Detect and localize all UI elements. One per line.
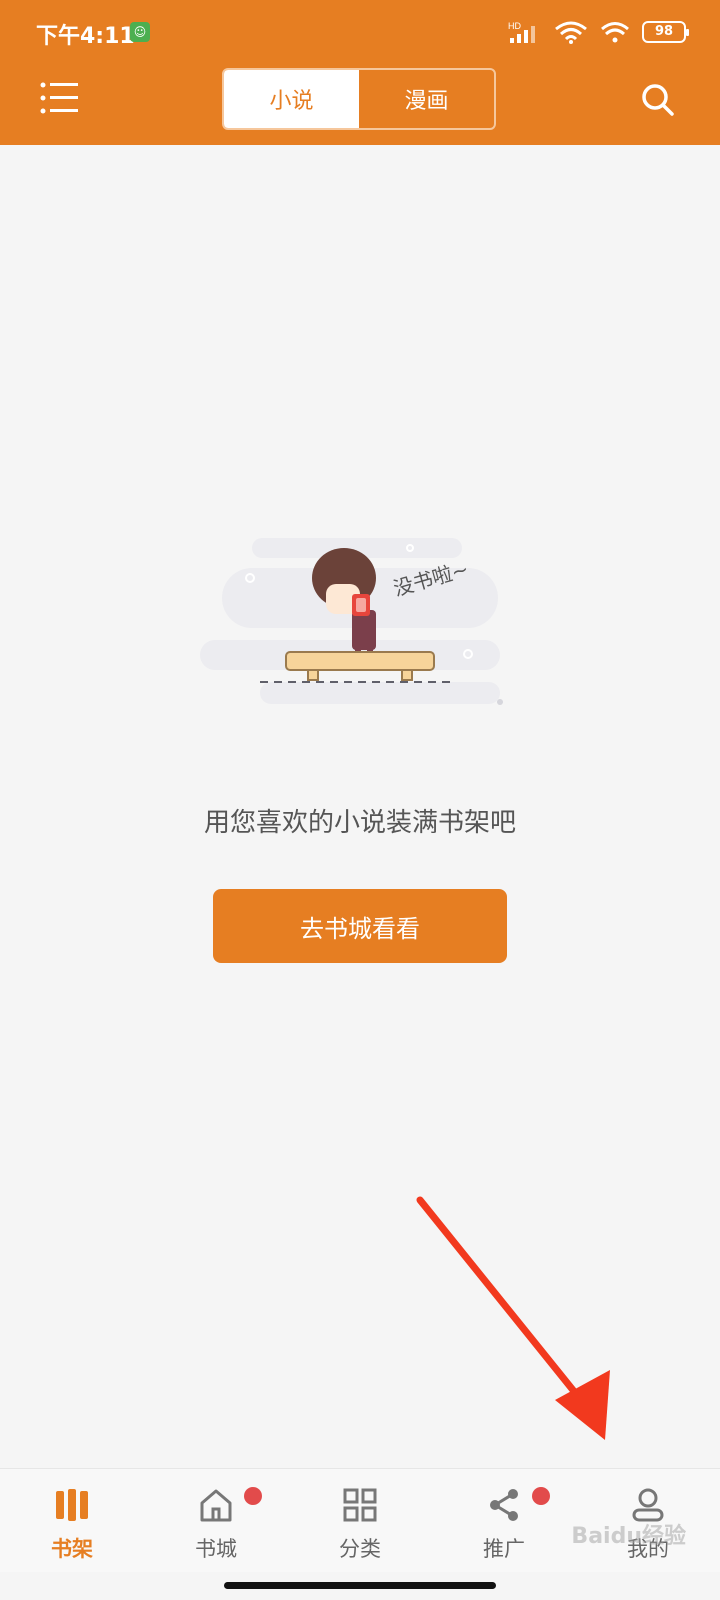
status-icons: HD 98	[508, 18, 689, 46]
watermark: Baidu经验	[571, 1524, 686, 1549]
home-icon	[200, 1489, 232, 1522]
cellular-signal-icon: HD	[508, 21, 535, 43]
nav-item-promote[interactable]: 推广	[432, 1469, 576, 1572]
nav-label: 推广	[483, 1537, 525, 1561]
share-icon	[490, 1489, 518, 1521]
category-icon	[343, 1488, 377, 1522]
status-time: 下午4:11	[36, 24, 135, 49]
empty-bookshelf-illustration: 没书啦~	[200, 538, 503, 705]
tab-comic[interactable]: 漫画	[359, 70, 494, 128]
nav-item-category[interactable]: 分类	[288, 1469, 432, 1572]
menu-icon	[40, 82, 78, 114]
wifi-secondary-icon	[601, 22, 629, 43]
menu-button[interactable]	[40, 80, 80, 116]
search-button[interactable]	[640, 82, 676, 118]
status-bar: 下午4:11 ☺ HD 98	[0, 0, 720, 64]
nav-item-bookshelf[interactable]: 书架	[0, 1469, 144, 1572]
tab-novel[interactable]: 小说	[224, 70, 359, 128]
notification-badge	[532, 1487, 550, 1505]
notification-badge	[244, 1487, 262, 1505]
app-header: 下午4:11 ☺ HD 98 小说 漫画	[0, 0, 720, 145]
nav-item-bookstore[interactable]: 书城	[144, 1469, 288, 1572]
nav-label: 书城	[195, 1537, 237, 1561]
search-icon	[642, 84, 674, 116]
app-notification-icon: ☺	[130, 22, 150, 42]
red-arrow-annotation	[416, 1196, 610, 1440]
nav-label: 分类	[339, 1537, 381, 1561]
content-type-tabs: 小说 漫画	[222, 68, 496, 130]
wifi-icon	[555, 21, 587, 44]
empty-state-message: 用您喜欢的小说装满书架吧	[203, 808, 516, 838]
home-indicator[interactable]	[224, 1582, 496, 1589]
battery-icon: 98	[642, 21, 689, 43]
svg-text:HD: HD	[508, 21, 521, 31]
bookshelf-icon	[56, 1489, 88, 1521]
go-to-bookstore-button[interactable]: 去书城看看	[213, 889, 507, 963]
nav-label: 书架	[51, 1537, 93, 1561]
